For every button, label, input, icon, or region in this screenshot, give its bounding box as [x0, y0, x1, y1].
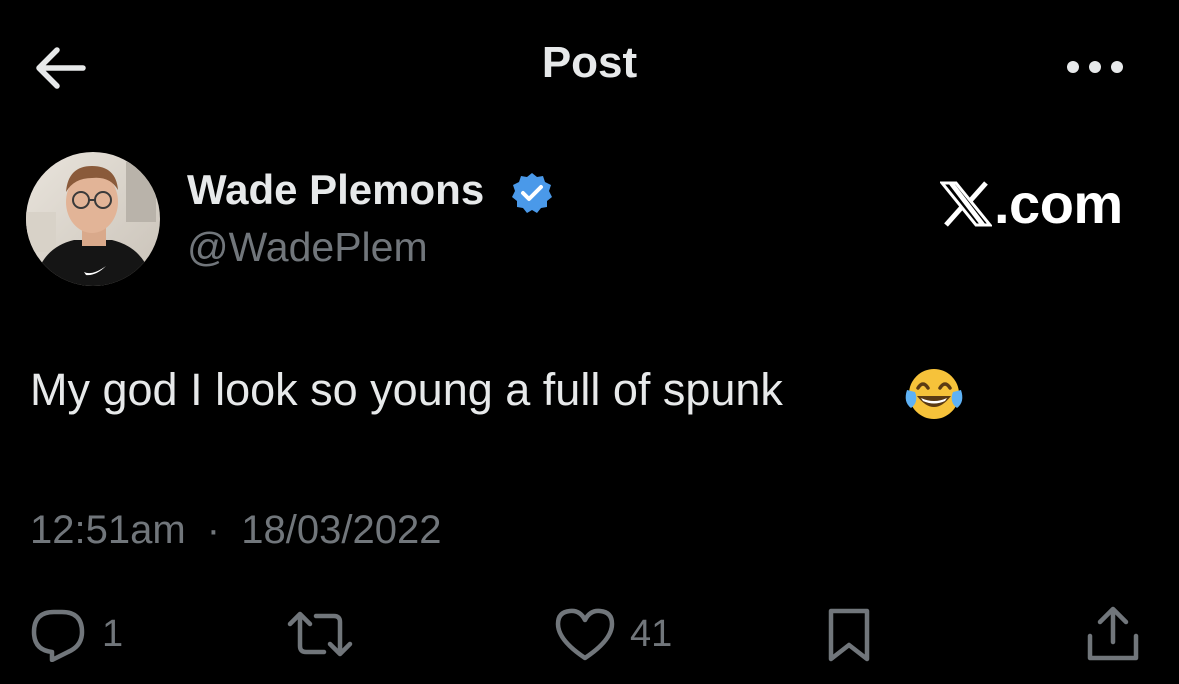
post-text: My god I look so young a full of spunk [30, 364, 783, 415]
author-handle[interactable]: @WadePlem [187, 224, 428, 271]
reply-icon [31, 609, 85, 662]
more-horizontal-icon [1067, 61, 1123, 73]
post-timestamp[interactable]: 12:51am · 18/03/2022 [30, 508, 441, 553]
meta-separator: · [206, 508, 221, 552]
bookmark-button[interactable] [823, 604, 875, 664]
x-logo-icon [940, 181, 992, 227]
face-with-tears-of-joy-icon [903, 366, 965, 422]
share-icon [1087, 606, 1139, 661]
post-time: 12:51am [30, 508, 186, 552]
verified-badge-icon [510, 171, 554, 215]
bookmark-icon [828, 608, 870, 662]
reply-button[interactable]: 1 [28, 604, 123, 664]
avatar[interactable] [26, 152, 160, 286]
post-date: 18/03/2022 [241, 508, 442, 552]
like-count: 41 [630, 612, 673, 655]
reply-count: 1 [102, 612, 124, 655]
share-button[interactable] [1084, 604, 1142, 664]
like-button[interactable]: 41 [554, 604, 672, 664]
arrow-left-icon [36, 47, 86, 89]
x-com-watermark: .com [940, 174, 1123, 234]
avatar-image [26, 152, 160, 286]
repost-button[interactable] [286, 604, 368, 664]
page-title: Post [541, 38, 638, 87]
author-display-name[interactable]: Wade Plemons [187, 166, 484, 214]
watermark-text: .com [994, 172, 1123, 235]
repost-icon [287, 611, 353, 657]
back-button[interactable] [30, 40, 90, 96]
like-icon [555, 608, 615, 661]
more-options-button[interactable] [1060, 44, 1130, 90]
